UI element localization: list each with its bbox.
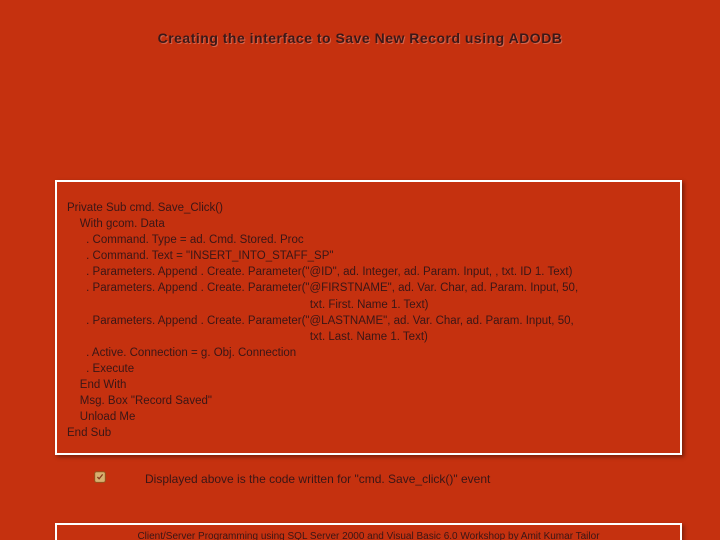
bullet-icon-cell (55, 470, 145, 487)
hand-pointer-icon (93, 470, 107, 484)
slide-title: Creating the interface to Save New Recor… (0, 30, 720, 46)
caption-row: Displayed above is the code written for … (55, 470, 682, 487)
footer-text: Client/Server Programming using SQL Serv… (137, 531, 599, 540)
caption-text: Displayed above is the code written for … (145, 472, 490, 486)
code-panel: Private Sub cmd. Save_Click() With gcom.… (55, 180, 682, 455)
code-block: Private Sub cmd. Save_Click() With gcom.… (67, 200, 670, 441)
footer-bar: Client/Server Programming using SQL Serv… (55, 523, 682, 540)
